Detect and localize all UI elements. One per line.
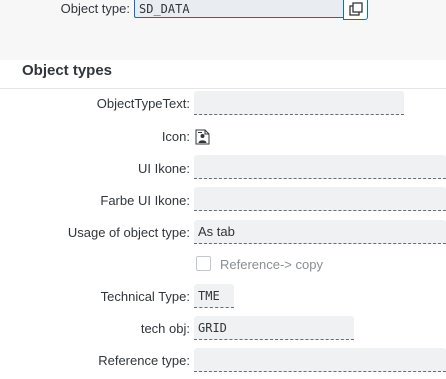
icon-label: Icon: bbox=[161, 129, 190, 144]
object-type-label: Object type: bbox=[60, 1, 130, 16]
reference-copy-checkbox[interactable] bbox=[196, 256, 211, 271]
header-area: Object type: SD_DATA bbox=[0, 0, 446, 60]
object-type-input[interactable]: SD_DATA bbox=[134, 0, 350, 18]
technical-type-field[interactable]: TME bbox=[194, 284, 234, 308]
reference-copy-label: Reference-> copy bbox=[220, 257, 323, 272]
ui-ikone-label: UI Ikone: bbox=[137, 161, 190, 176]
farbe-ui-ikone-field[interactable] bbox=[194, 187, 446, 211]
value-help-button[interactable] bbox=[343, 0, 368, 20]
tech-obj-field[interactable]: GRID bbox=[194, 316, 354, 340]
technical-type-label: Technical Type: bbox=[100, 289, 190, 304]
section-divider bbox=[0, 88, 446, 89]
object-type-text-field[interactable] bbox=[194, 91, 404, 115]
tech-obj-label: tech obj: bbox=[140, 321, 190, 336]
reference-type-field[interactable] bbox=[194, 348, 446, 372]
person-document-icon bbox=[195, 129, 210, 145]
value-help-icon bbox=[349, 2, 363, 16]
usage-field[interactable]: As tab bbox=[194, 220, 446, 244]
section-title: Object types bbox=[22, 62, 113, 79]
object-type-text-label: ObjectTypeText: bbox=[96, 96, 190, 111]
farbe-ui-ikone-label: Farbe UI Ikone: bbox=[100, 193, 190, 208]
reference-type-label: Reference type: bbox=[98, 353, 190, 368]
usage-label: Usage of object type: bbox=[67, 225, 190, 240]
ui-ikone-field[interactable] bbox=[194, 155, 446, 179]
